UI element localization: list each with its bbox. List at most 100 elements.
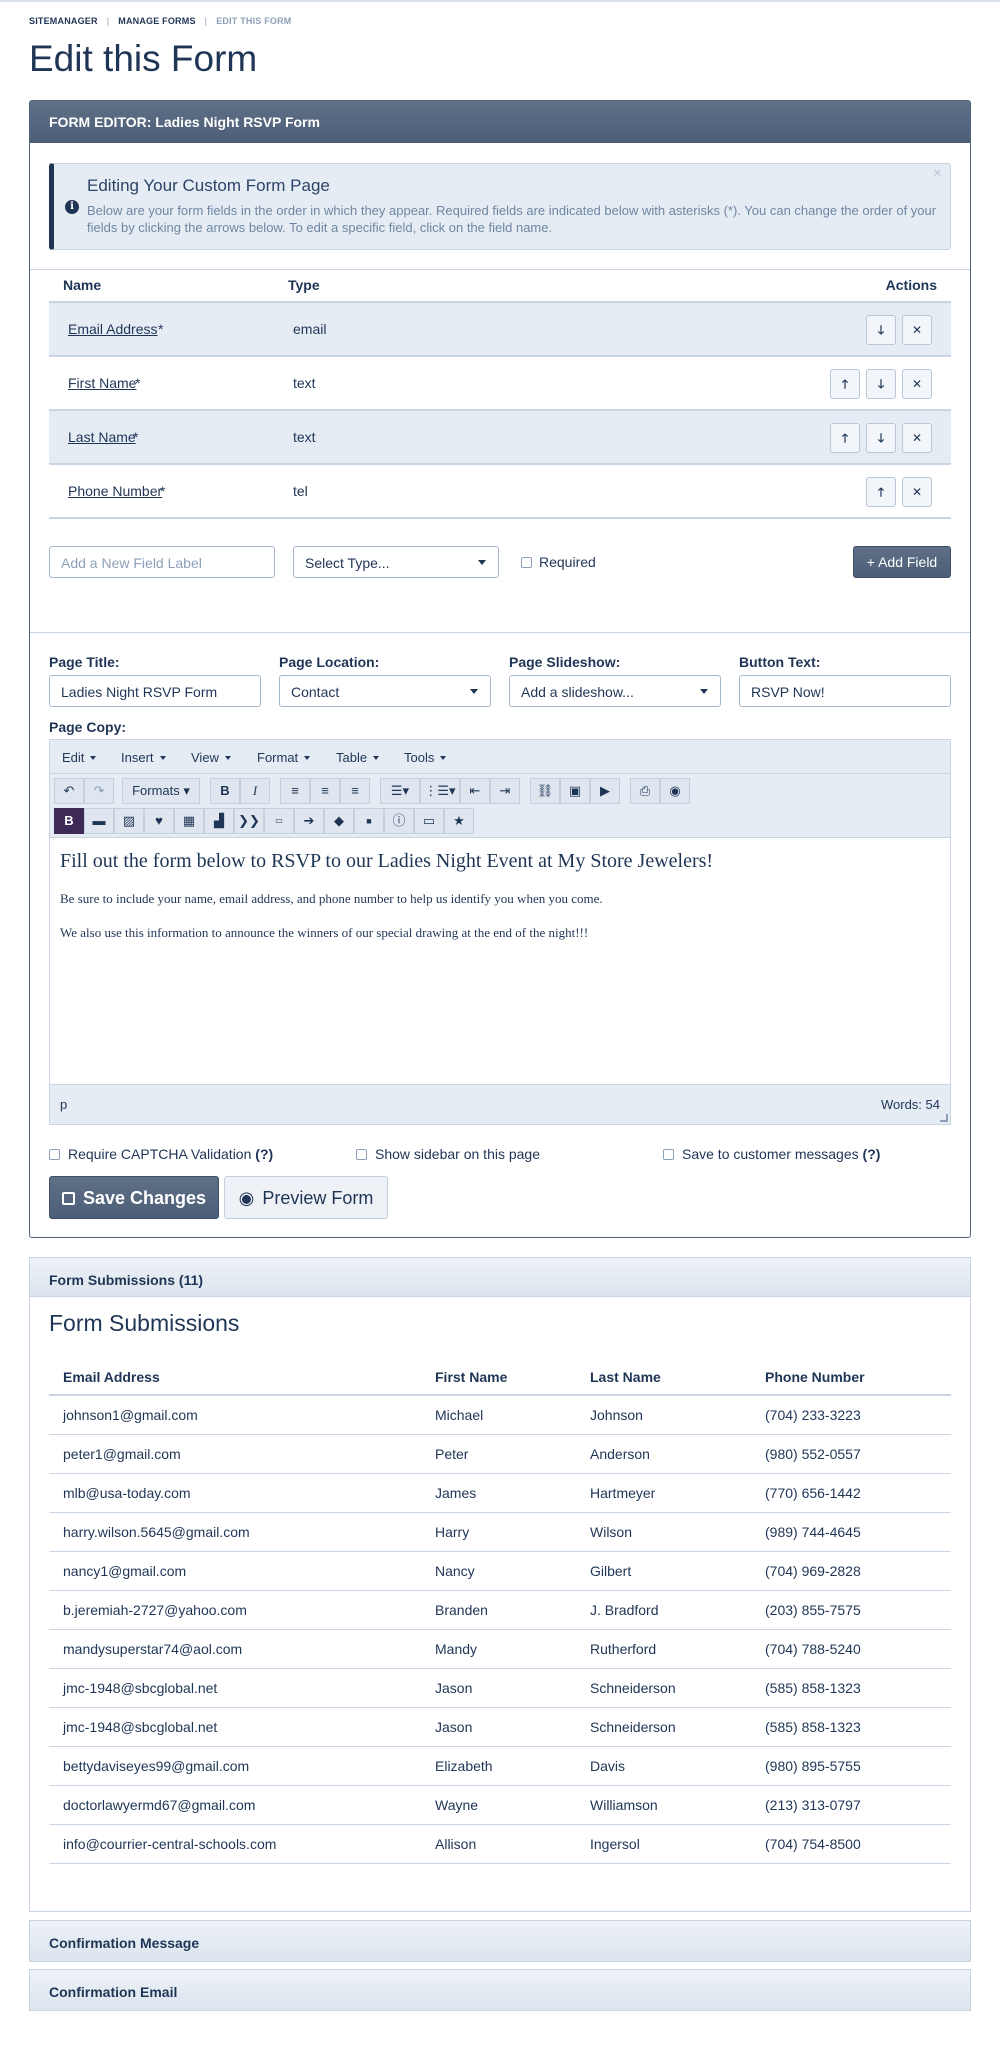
breadcrumb-manage-forms[interactable]: MANAGE FORMS xyxy=(118,16,195,26)
star-icon[interactable]: ★ xyxy=(444,808,474,834)
submission-email: johnson1@gmail.com xyxy=(63,1407,198,1423)
submission-row[interactable]: harry.wilson.5645@gmail.com Harry Wilson (9… xyxy=(49,1513,951,1552)
button-text-input[interactable]: RSVP Now! xyxy=(739,675,951,707)
submission-last: Rutherford xyxy=(590,1641,657,1657)
submission-row[interactable]: mlb@usa-today.com James Hartmeyer (770) 656… xyxy=(49,1474,951,1513)
menu-view[interactable]: View xyxy=(191,750,231,765)
preview-icon[interactable]: ◉ xyxy=(660,778,690,804)
resize-handle[interactable] xyxy=(940,1114,948,1122)
editor-content-area[interactable]: Fill out the form below to RSVP to our L… xyxy=(50,838,950,1084)
image-icon[interactable]: ▣ xyxy=(560,778,590,804)
layout-icon[interactable]: ▟ xyxy=(204,808,234,834)
move-up-button[interactable]: 🡑 xyxy=(830,423,860,453)
bold-block-icon[interactable]: B xyxy=(54,808,84,834)
submission-last: Anderson xyxy=(590,1446,650,1462)
submission-last: Williamson xyxy=(590,1797,658,1813)
required-checkbox[interactable] xyxy=(521,557,532,568)
field-name-link[interactable]: First Name xyxy=(68,375,136,391)
bold-icon[interactable]: B xyxy=(210,778,240,804)
element-path[interactable]: p xyxy=(60,1097,67,1112)
media-icon[interactable]: ▶ xyxy=(590,778,620,804)
confirmation-message-accordion[interactable]: Confirmation Message xyxy=(29,1920,971,1962)
help-link[interactable]: (?) xyxy=(863,1146,881,1162)
page-slideshow-select[interactable]: Add a slideshow... xyxy=(509,675,721,707)
button-icon[interactable]: ➔ xyxy=(294,808,324,834)
template-icon[interactable]: ▭ xyxy=(264,808,294,834)
close-icon[interactable]: × xyxy=(933,165,942,183)
tag-icon[interactable]: ◆ xyxy=(324,808,354,834)
menu-format[interactable]: Format xyxy=(257,750,310,765)
counter-icon[interactable]: ■ xyxy=(354,808,384,834)
submission-row[interactable]: doctorlawyermd67@gmail.com Wayne Williamso… xyxy=(49,1786,951,1825)
align-center-icon[interactable]: ≡ xyxy=(310,778,340,804)
required-asterisk: * xyxy=(158,321,164,337)
sidebar-checkbox[interactable] xyxy=(356,1149,367,1160)
confirmation-email-accordion[interactable]: Confirmation Email xyxy=(29,1969,971,2011)
numbered-list-icon[interactable]: ⋮☰▾ xyxy=(420,778,460,804)
submission-row[interactable]: mandysuperstar74@aol.com Mandy Rutherford (… xyxy=(49,1630,951,1669)
table-icon[interactable]: ▦ xyxy=(174,808,204,834)
align-right-icon[interactable]: ≡ xyxy=(340,778,370,804)
delete-field-button[interactable]: ✕ xyxy=(902,369,932,399)
page-location-select[interactable]: Contact xyxy=(279,675,491,707)
alert-icon[interactable]: ⓘ xyxy=(384,808,414,834)
submission-row[interactable]: b.jeremiah-2727@yahoo.com Branden J. Bradf… xyxy=(49,1591,951,1630)
submission-row[interactable]: info@courrier-central-schools.com Allison… xyxy=(49,1825,951,1864)
submission-row[interactable]: bettydaviseyes99@gmail.com Elizabeth Davis… xyxy=(49,1747,951,1786)
page-title-input[interactable]: Ladies Night RSVP Form xyxy=(49,675,261,707)
heart-icon[interactable]: ♥ xyxy=(144,808,174,834)
submission-first: Michael xyxy=(435,1407,484,1423)
field-type-select[interactable]: Select Type... xyxy=(293,546,499,578)
submission-row[interactable]: nancy1@gmail.com Nancy Gilbert (704) 969-28… xyxy=(49,1552,951,1591)
quote-icon[interactable]: ❯❯ xyxy=(234,808,264,834)
help-link[interactable]: (?) xyxy=(255,1146,273,1162)
submission-row[interactable]: johnson1@gmail.com Michael Johnson (704) 23… xyxy=(49,1396,951,1435)
callout-icon[interactable]: ▬ xyxy=(84,808,114,834)
formats-dropdown[interactable]: Formats ▾ xyxy=(122,778,200,804)
undo-icon[interactable]: ↶ xyxy=(54,778,84,804)
field-name-link[interactable]: Phone Number xyxy=(68,483,162,499)
delete-field-button[interactable]: ✕ xyxy=(902,477,932,507)
save-changes-button[interactable]: Save Changes xyxy=(49,1176,219,1219)
form-submissions-accordion[interactable]: Form Submissions (11) xyxy=(29,1257,971,1297)
link-icon[interactable]: ⛓ xyxy=(530,778,560,804)
italic-icon[interactable]: I xyxy=(240,778,270,804)
move-up-button[interactable]: 🡑 xyxy=(830,369,860,399)
redo-icon[interactable]: ↷ xyxy=(84,778,114,804)
menu-tools[interactable]: Tools xyxy=(404,750,446,765)
submission-row[interactable]: jmc-1948@sbcglobal.net Jason Schneiderson (… xyxy=(49,1708,951,1747)
menu-edit[interactable]: Edit xyxy=(62,750,96,765)
submission-phone: (585) 858-1323 xyxy=(765,1680,861,1696)
indent-icon[interactable]: ⇥ xyxy=(490,778,520,804)
delete-field-button[interactable]: ✕ xyxy=(902,315,932,345)
move-down-button[interactable]: 🡓 xyxy=(866,315,896,345)
submission-email: nancy1@gmail.com xyxy=(63,1563,187,1579)
submission-email: harry.wilson.5645@gmail.com xyxy=(63,1524,250,1540)
submission-row[interactable]: jmc-1948@sbcglobal.net Jason Schneiderson (… xyxy=(49,1669,951,1708)
field-name-link[interactable]: Email Address xyxy=(68,321,157,337)
move-down-button[interactable]: 🡓 xyxy=(866,423,896,453)
new-field-label-input[interactable]: Add a New Field Label xyxy=(49,546,275,578)
menu-table[interactable]: Table xyxy=(336,750,379,765)
delete-field-button[interactable]: ✕ xyxy=(902,423,932,453)
captcha-checkbox[interactable] xyxy=(49,1149,60,1160)
print-icon[interactable]: ⎙ xyxy=(630,778,660,804)
menu-insert[interactable]: Insert xyxy=(121,750,166,765)
save-messages-checkbox[interactable] xyxy=(663,1149,674,1160)
column-header-name: Name xyxy=(63,277,102,293)
move-up-button[interactable]: 🡑 xyxy=(866,477,896,507)
submission-row[interactable]: peter1@gmail.com Peter Anderson (980) 552-0… xyxy=(49,1435,951,1474)
bullet-list-icon[interactable]: ☰▾ xyxy=(380,778,420,804)
breadcrumb-sitemanager[interactable]: SITEMANAGER xyxy=(29,16,98,26)
card-icon[interactable]: ▭ xyxy=(414,808,444,834)
fields-table-header: Name Type Actions xyxy=(49,261,951,303)
submission-phone: (704) 788-5240 xyxy=(765,1641,861,1657)
move-down-button[interactable]: 🡓 xyxy=(866,369,896,399)
align-left-icon[interactable]: ≡ xyxy=(280,778,310,804)
picture-icon[interactable]: ▨ xyxy=(114,808,144,834)
outdent-icon[interactable]: ⇤ xyxy=(460,778,490,804)
field-name-link[interactable]: Last Name xyxy=(68,429,136,445)
preview-form-button[interactable]: ◉ Preview Form xyxy=(224,1176,388,1219)
submission-phone: (585) 858-1323 xyxy=(765,1719,861,1735)
add-field-button[interactable]: + Add Field xyxy=(853,546,951,578)
